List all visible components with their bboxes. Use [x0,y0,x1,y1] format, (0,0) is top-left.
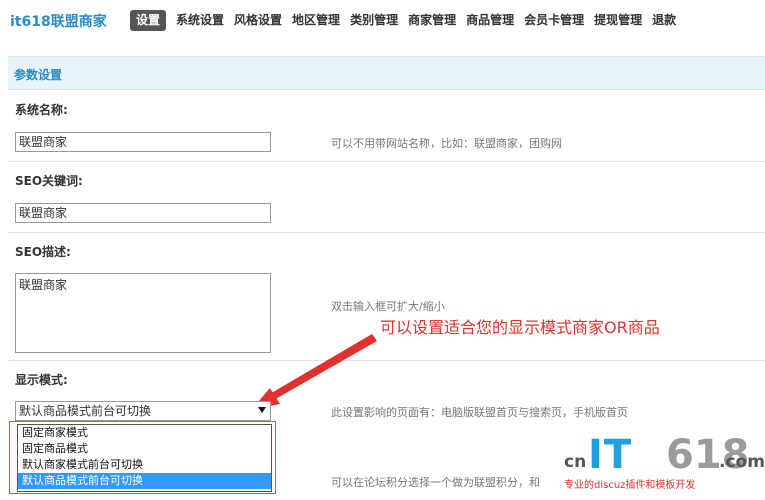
dropdown-option-fixed-merchant[interactable]: 固定商家模式 [18,425,271,441]
dropdown-option-fixed-product[interactable]: 固定商品模式 [18,441,271,457]
display-mode-select[interactable]: 默认商品模式前台可切换 [15,401,271,421]
display-mode-hint: 此设置影响的页面有：电脑版联盟首页与搜索页，手机版首页 [331,406,628,419]
logo-cn: cn [564,452,587,472]
chevron-down-icon[interactable] [258,407,266,413]
display-mode-label: 显示模式: [15,373,68,387]
display-mode-dropdown[interactable]: 固定商家模式 固定商品模式 默认商家模式前台可切换 默认商品模式前台可切换 [17,424,272,492]
annotation-text: 可以设置适合您的显示模式商家OR商品 [380,318,660,337]
logo-it: IT [588,432,633,478]
dropdown-option-default-product[interactable]: 默认商品模式前台可切换 [18,473,271,489]
dropdown-option-default-merchant[interactable]: 默认商家模式前台可切换 [18,457,271,473]
display-mode-selected-value: 默认商品模式前台可切换 [19,404,152,418]
logo-subtitle: 专业的discuz插件和模板开发 [564,480,696,491]
points-hint: 可以在论坛积分选择一个做为联盟积分，和 [331,476,540,489]
logo-com: .com [719,452,765,472]
